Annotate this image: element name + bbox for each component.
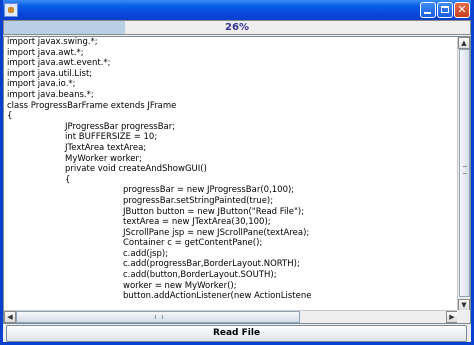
progress-label: 26% [225, 22, 249, 33]
code-line: MyWorker worker; [65, 153, 142, 164]
code-line: import java.util.List; [7, 68, 93, 79]
java-app-icon[interactable] [4, 3, 18, 17]
code-line: import java.beans.*; [7, 89, 94, 100]
scroll-left-button[interactable]: ◀ [4, 311, 16, 323]
title-bar[interactable]: ✕ [3, 0, 471, 20]
code-line: c.add(button,BorderLayout.SOUTH); [123, 270, 277, 281]
code-line: c.add(progressBar,BorderLayout.NORTH); [123, 259, 300, 270]
minimize-button[interactable] [420, 2, 436, 18]
code-line: import java.io.*; [7, 79, 76, 90]
scroll-corner [457, 310, 470, 323]
progress-bar: 26% [3, 20, 471, 35]
code-line: import java.awt.*; [7, 47, 84, 58]
vertical-scroll-thumb[interactable] [459, 49, 470, 297]
code-line: JButton button = new JButton("Read File"… [123, 206, 305, 217]
code-line: private void createAndShowGUI() [65, 164, 207, 175]
code-text-area[interactable]: import javax.swing.*; import java.awt.*; i… [4, 37, 458, 311]
grip-icon [155, 315, 163, 319]
scroll-pane: import javax.swing.*; import java.awt.*; i… [3, 36, 471, 324]
code-line: button.addActionListener(new ActionListe… [123, 291, 312, 302]
scroll-up-button[interactable]: ▲ [458, 37, 470, 49]
code-line: { [7, 111, 13, 122]
code-line: JTextArea textArea; [65, 142, 147, 153]
horizontal-scrollbar[interactable]: ◀ ▶ [4, 310, 458, 323]
code-line: worker = new MyWorker(); [123, 280, 237, 291]
code-line: JScrollPane jsp = new JScrollPane(textAr… [123, 227, 310, 238]
code-line: int BUFFERSIZE = 10; [65, 132, 158, 143]
code-line: progressBar.setStringPainted(true); [123, 195, 274, 206]
code-line: progressBar = new JProgressBar(0,100); [123, 185, 295, 196]
code-line: import javax.swing.*; [7, 37, 98, 47]
horizontal-scroll-thumb[interactable] [16, 311, 300, 323]
grip-icon [463, 166, 467, 174]
maximize-button[interactable] [437, 2, 453, 18]
read-file-button[interactable]: Read File [6, 325, 467, 342]
close-button[interactable]: ✕ [454, 2, 470, 18]
vertical-scrollbar[interactable]: ▲ ▼ [457, 37, 470, 311]
app-window: ✕ 26% import javax.swing.*; import java.a… [0, 0, 474, 345]
code-line: class ProgressBarFrame extends JFrame [7, 100, 177, 111]
code-line: { [65, 174, 71, 185]
code-line: c.add(jsp); [123, 248, 169, 259]
code-line: textArea = new JTextArea(30,100); [123, 217, 271, 228]
code-line: import java.awt.event.*; [7, 58, 111, 69]
code-line: Container c = getContentPane(); [123, 238, 263, 249]
code-line: JProgressBar progressBar; [65, 121, 176, 132]
